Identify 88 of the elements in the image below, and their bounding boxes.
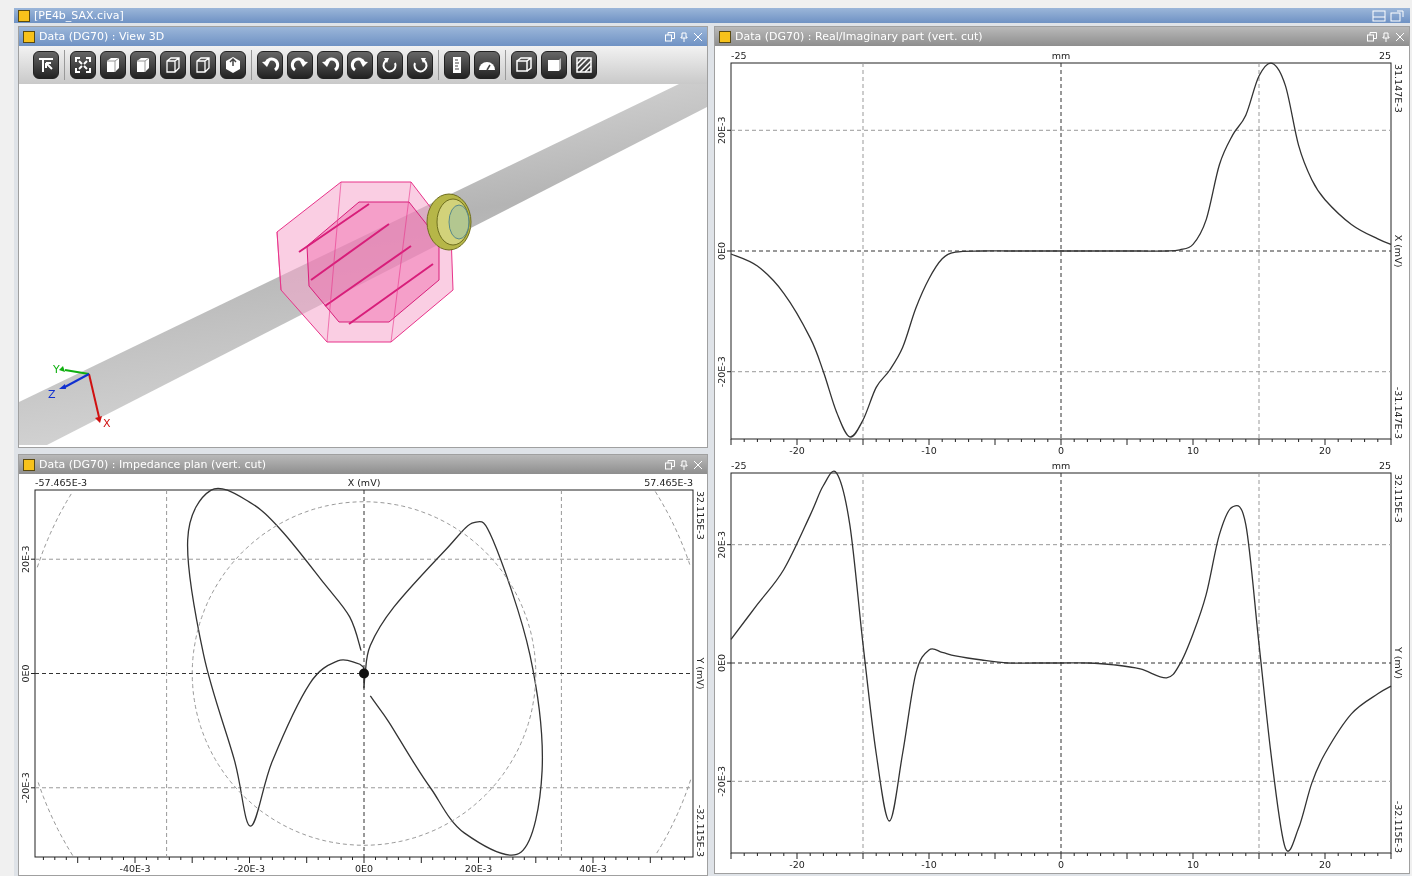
pointer-icon — [36, 55, 56, 75]
cube-arrow-icon — [223, 55, 243, 75]
y-min-label: -32.115E-3 — [1393, 800, 1404, 853]
y-min-label: -31.147E-3 — [1393, 386, 1404, 439]
rotate-right-button[interactable] — [407, 51, 433, 79]
x-tick-label: -10 — [921, 859, 937, 870]
y-max-label: 32.115E-3 — [695, 491, 706, 540]
x-axis-title: mm — [1051, 460, 1071, 471]
cube-arrow-button[interactable] — [220, 51, 246, 79]
y-tick-label: 20E-3 — [716, 530, 727, 559]
panel-icon — [23, 30, 35, 43]
x-max-label: 25 — [1378, 460, 1391, 471]
y-axis-title: X (mV) — [1393, 234, 1404, 268]
rotate-right-button[interactable] — [287, 51, 313, 79]
solid-box-button[interactable] — [541, 51, 567, 79]
wireframe-cube-button[interactable] — [160, 51, 186, 79]
x-axis-title: mm — [1051, 50, 1071, 61]
y-axis-title: Y (mV) — [1393, 647, 1404, 679]
y-tick-label: 20E-3 — [716, 116, 727, 145]
protractor-button[interactable] — [474, 51, 500, 79]
document-icon — [18, 9, 30, 22]
wireframe-cube-icon — [163, 55, 183, 75]
panel-title: Data (DG70) : Impedance plan (vert. cut) — [39, 458, 267, 471]
rotate-right-icon — [410, 55, 430, 75]
panel-title: Data (DG70) : Real/Imaginary part (vert. cut) — [735, 30, 983, 43]
hatch-button[interactable] — [571, 51, 597, 79]
y-tick-label: 0E0 — [716, 241, 727, 261]
x-min-label: -25 — [731, 460, 747, 471]
x-tick-label: -20 — [789, 445, 805, 456]
fit-view-button[interactable] — [70, 51, 96, 79]
x-tick-label: 10 — [1186, 445, 1200, 456]
x-tick-label: -10 — [921, 445, 937, 456]
axis-label: Y — [53, 363, 60, 376]
x-tick-label: -20E-3 — [234, 863, 265, 874]
ruler-button[interactable] — [444, 51, 470, 79]
cube-button[interactable] — [130, 51, 156, 79]
restore-icon[interactable] — [665, 31, 675, 42]
x-tick-label: -40E-3 — [119, 863, 151, 874]
rotate-left-button[interactable] — [257, 51, 283, 79]
y-tick-label: 20E-3 — [20, 545, 31, 573]
coil-drawing — [426, 193, 472, 251]
panel-title: Data (DG70) : View 3D — [39, 30, 165, 43]
wireframe-cube-icon — [193, 55, 213, 75]
x-min-label: -25 — [731, 50, 747, 61]
x-tick-label: 20 — [1318, 445, 1332, 456]
close-icon[interactable] — [1395, 31, 1405, 42]
y-tick-label: 0E0 — [716, 653, 727, 673]
rotate-left-button[interactable] — [377, 51, 403, 79]
y-tick-label: 0E0 — [20, 664, 31, 683]
window-title: [PE4b_SAX.civa] — [34, 9, 124, 22]
wireframe-cube-button[interactable] — [190, 51, 216, 79]
panel-icon — [23, 458, 35, 471]
x-tick-label: 0 — [1058, 859, 1064, 870]
x-tick-label: 10 — [1186, 859, 1200, 870]
y-min-label: -32.115E-3 — [695, 804, 706, 857]
x-axis-title: X (mV) — [347, 477, 381, 488]
origin-marker — [359, 668, 369, 679]
axis-label: Z — [48, 388, 56, 401]
cube-button[interactable] — [100, 51, 126, 79]
hatch-icon — [574, 55, 594, 75]
y-max-label: 32.115E-3 — [1393, 474, 1404, 523]
y-tick-label: -20E-3 — [716, 356, 727, 388]
x-max-label: 57.465E-3 — [644, 477, 693, 488]
pointer-button[interactable] — [33, 51, 59, 79]
restore-icon[interactable] — [1367, 31, 1377, 42]
x-tick-label: -20 — [789, 859, 805, 870]
y-axis-title: Y (mV) — [695, 657, 706, 690]
fit-view-icon — [73, 55, 93, 75]
axis-label: X — [103, 417, 111, 430]
close-icon[interactable] — [693, 459, 703, 470]
rotate-right-button[interactable] — [347, 51, 373, 79]
close-icon[interactable] — [693, 31, 703, 42]
x-tick-label: 20E-3 — [464, 863, 493, 874]
x-tick-label: 20 — [1318, 859, 1332, 870]
panel-icon — [719, 30, 731, 43]
y-tick-label: -20E-3 — [20, 772, 31, 804]
restore-icon[interactable] — [665, 459, 675, 470]
rotate-left-button[interactable] — [317, 51, 343, 79]
y-max-label: 31.147E-3 — [1393, 64, 1404, 113]
x-tick-label: 0 — [1058, 445, 1064, 456]
axis-triad-drawing — [59, 366, 102, 423]
box-icon — [514, 55, 534, 75]
y-tick-label: -20E-3 — [716, 765, 727, 797]
x-tick-label: 0E0 — [354, 863, 374, 874]
x-tick-label: 40E-3 — [579, 863, 607, 874]
box-button[interactable] — [511, 51, 537, 79]
x-min-label: -57.465E-3 — [35, 477, 88, 488]
x-max-label: 25 — [1378, 50, 1391, 61]
